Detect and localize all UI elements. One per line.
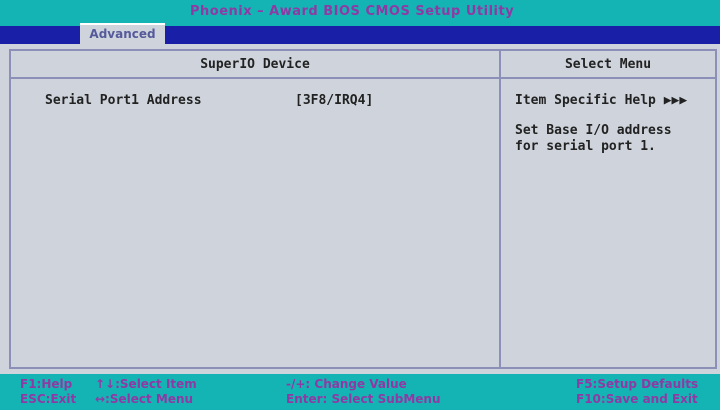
key-legend-col-3: -/+: Change Value Enter: Select SubMenu [286,377,441,407]
help-text: Set Base I/O address for serial port 1. [515,123,672,154]
tab-advanced[interactable]: Advanced [80,23,165,44]
settings-panel: SuperIO Device Serial Port1 Address [3F8… [11,51,501,367]
key-legend-col-4: F5:Setup Defaults F10:Save and Exit [576,377,698,407]
key-help: F1:Help [20,377,73,391]
help-title: Item Specific Help ▶▶▶ [515,93,688,108]
key-setup-defaults: F5:Setup Defaults [576,377,699,391]
key-change-value: -/+: Change Value [286,377,407,391]
help-panel: Select Menu Item Specific Help ▶▶▶ Set B… [501,51,715,367]
panel-title: SuperIO Device [11,51,499,79]
key-exit: ESC:Exit [20,392,77,406]
key-legend-col-1: F1:Help ESC:Exit [20,377,76,407]
key-save-exit: F10:Save and Exit [576,392,698,406]
setup-frame: SuperIO Device Serial Port1 Address [3F8… [9,49,717,369]
setting-value[interactable]: [3F8/IRQ4] [295,93,373,108]
key-legend-bar: F1:Help ESC:Exit ↑↓:Select Item ↔:Select… [0,374,720,410]
key-select-menu: ↔:Select Menu [95,392,194,406]
key-select-item: ↑↓:Select Item [95,377,197,391]
key-select-submenu: Enter: Select SubMenu [286,392,441,406]
help-header: Select Menu [501,51,715,79]
window-title: Phoenix – Award BIOS CMOS Setup Utility [190,4,515,19]
key-legend-col-2: ↑↓:Select Item ↔:Select Menu [95,377,197,407]
setting-label: Serial Port1 Address [45,93,202,108]
